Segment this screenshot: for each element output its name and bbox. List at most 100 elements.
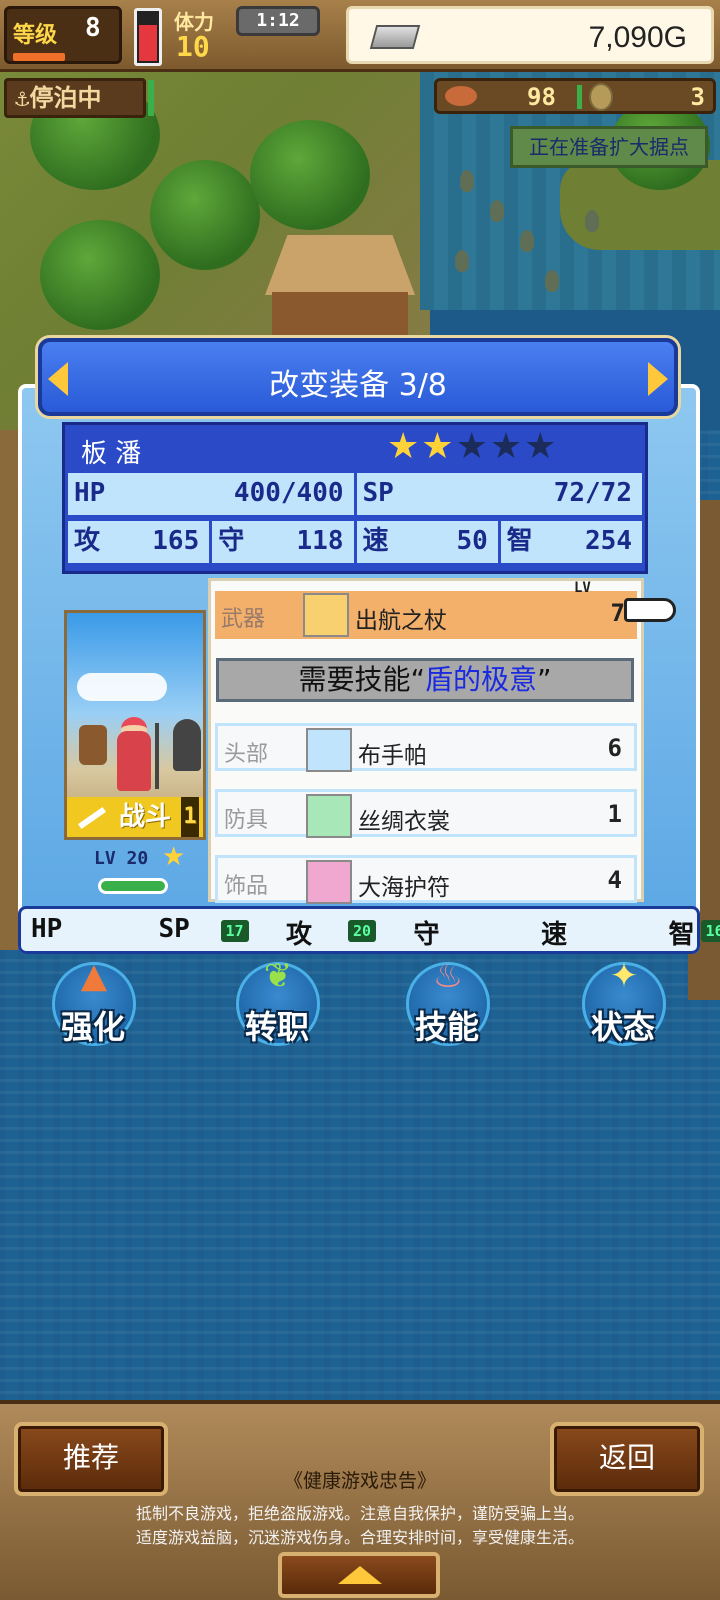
health-advisory-line: 适度游戏益脑，沉迷游戏伤身。合理安排时间，享受健康生活。 <box>135 1528 584 1547</box>
leaf-icon: ❦ <box>263 956 293 996</box>
hero-sprite <box>117 731 151 791</box>
cloud <box>77 673 167 701</box>
food-icon <box>445 86 477 106</box>
stat-sp: SP 72/72 <box>357 473 643 515</box>
equip-slot-head[interactable]: 头部 布手帕 6 <box>215 723 637 772</box>
bonus-speed: 速 <box>531 910 659 950</box>
dock-left <box>0 430 18 950</box>
stat-sp-label: SP <box>362 478 394 508</box>
stat-intellect-label: 智 <box>506 526 533 556</box>
stat-hp-value: 400/400 <box>233 478 344 508</box>
stat-attack-value: 165 <box>152 526 200 556</box>
health-advisory-line: 抵制不良游戏，拒绝盗版游戏。注意自我保护，谨防受骗上当。 <box>135 1504 584 1523</box>
bonus-intellect: 智 16 <box>659 910 720 950</box>
stamina-fill <box>139 25 157 61</box>
medal-icon <box>589 83 613 111</box>
statue <box>173 719 201 771</box>
top-hud: 等级 8 体力 10 1:12 7,090G <box>0 0 720 72</box>
stat-hp-label: HP <box>74 478 106 508</box>
tree <box>250 120 370 230</box>
bandana-icon <box>306 728 352 772</box>
stat-row-combat: 攻 165 守 118 速 50 智 254 <box>68 521 642 563</box>
job-change-label: 转职 <box>244 1008 309 1046</box>
character-portrait[interactable]: 战斗 1 <box>64 610 206 840</box>
stamina-gauge <box>134 8 162 66</box>
player-level[interactable]: 等级 8 <box>4 6 122 64</box>
bonus-hp: HP <box>21 910 149 950</box>
silver-bar-icon <box>369 25 421 49</box>
stat-intellect: 智 254 <box>501 521 642 563</box>
stat-defense-value: 118 <box>296 526 344 556</box>
skill-req-prefix: 需要技能“ <box>298 663 425 696</box>
medal-value: 3 <box>690 83 705 111</box>
skills-label: 技能 <box>414 1008 479 1046</box>
item-name: 丝绸衣裳 <box>358 809 450 835</box>
stat-attack: 攻 165 <box>68 521 213 563</box>
dialog-title: 改变装备 3/8 <box>269 368 447 403</box>
rock <box>455 250 469 272</box>
stat-row-hp-sp: HP 400/400 SP 72/72 <box>68 473 642 515</box>
docked-indicator <box>148 80 154 116</box>
pointing-hand-icon <box>624 598 676 622</box>
base-expansion-notice[interactable]: 正在准备扩大据点 <box>510 126 708 168</box>
resource-bar: 98 3 <box>434 78 716 114</box>
equip-slot-accessory[interactable]: 饰品 大海护符 4 <box>215 855 637 904</box>
rock <box>490 200 504 222</box>
battle-count: 1 <box>181 797 199 837</box>
up-arrow-icon: ▲ <box>80 956 108 996</box>
enhance-label: 强化 <box>60 1008 125 1046</box>
docked-status[interactable]: ⚓停泊中 <box>4 78 146 118</box>
slot-label: 头部 <box>224 742 269 767</box>
equip-slot-armor[interactable]: 防具 丝绸衣裳 1 <box>215 789 637 838</box>
bonus-label: 守 <box>413 920 440 950</box>
stat-speed-value: 50 <box>456 526 488 556</box>
tree <box>150 160 260 270</box>
bonus-value: 17 <box>220 920 249 942</box>
lv-tag: LV <box>574 580 591 596</box>
stat-speed: 速 50 <box>357 521 501 563</box>
battle-badge: 战斗 1 <box>67 797 203 837</box>
star-empty-icon: ★ <box>455 426 488 467</box>
rock <box>585 210 599 232</box>
gold-value: 7,090G <box>588 21 687 54</box>
item-name: 布手帕 <box>358 743 427 769</box>
equip-slot-weapon[interactable]: 武器 出航之杖 7 <box>215 591 637 639</box>
stat-defense: 守 118 <box>212 521 357 563</box>
star-filled-icon: ★ <box>387 426 420 467</box>
enhance-button[interactable]: ▲ 强化 <box>38 956 148 1052</box>
stat-defense-label: 守 <box>218 526 245 556</box>
character-name: 板 潘 <box>81 439 142 469</box>
equipment-panel: 武器 出航之杖 7 头部 布手帕 6 防具 丝绸衣裳 1 饰品 大海护符 4 <box>208 578 644 904</box>
bonus-value: 20 <box>348 920 377 942</box>
sword-icon <box>77 806 107 830</box>
star-filled-icon: ★ <box>421 426 454 467</box>
bonus-label: 智 <box>668 920 695 950</box>
bonus-label: HP <box>31 914 63 944</box>
house-roof <box>265 235 415 295</box>
shirt-icon <box>306 794 352 838</box>
item-level: 1 <box>607 800 622 828</box>
house[interactable] <box>272 292 408 342</box>
gold-display[interactable]: 7,090G <box>346 6 714 64</box>
item-level: 7 <box>610 599 625 627</box>
bonus-value: 16 <box>700 920 720 942</box>
slot-label: 饰品 <box>224 874 269 899</box>
rock <box>545 270 559 292</box>
skills-button[interactable]: ♨ 技能 <box>392 956 502 1052</box>
health-advisory-title: 《健康游戏忠告》 <box>283 1470 436 1492</box>
status-button[interactable]: ✦ 状态 <box>568 956 678 1052</box>
item-level: 6 <box>607 734 622 762</box>
stat-sp-value: 72/72 <box>553 478 632 508</box>
level-progress-bar <box>13 53 65 61</box>
up-triangle-icon <box>338 1566 382 1584</box>
job-change-button[interactable]: ❦ 转职 <box>222 956 332 1052</box>
level-star-icon: ★ <box>162 842 186 872</box>
star-empty-icon: ★ <box>524 426 557 467</box>
item-level: 4 <box>607 866 622 894</box>
stat-speed-label: 速 <box>362 526 389 556</box>
staff <box>155 723 159 789</box>
bonus-attack: 攻 20 <box>276 910 404 950</box>
next-character-arrow-icon[interactable] <box>648 362 668 396</box>
slot-label: 武器 <box>221 607 266 632</box>
expand-menu-button[interactable] <box>278 1552 440 1598</box>
